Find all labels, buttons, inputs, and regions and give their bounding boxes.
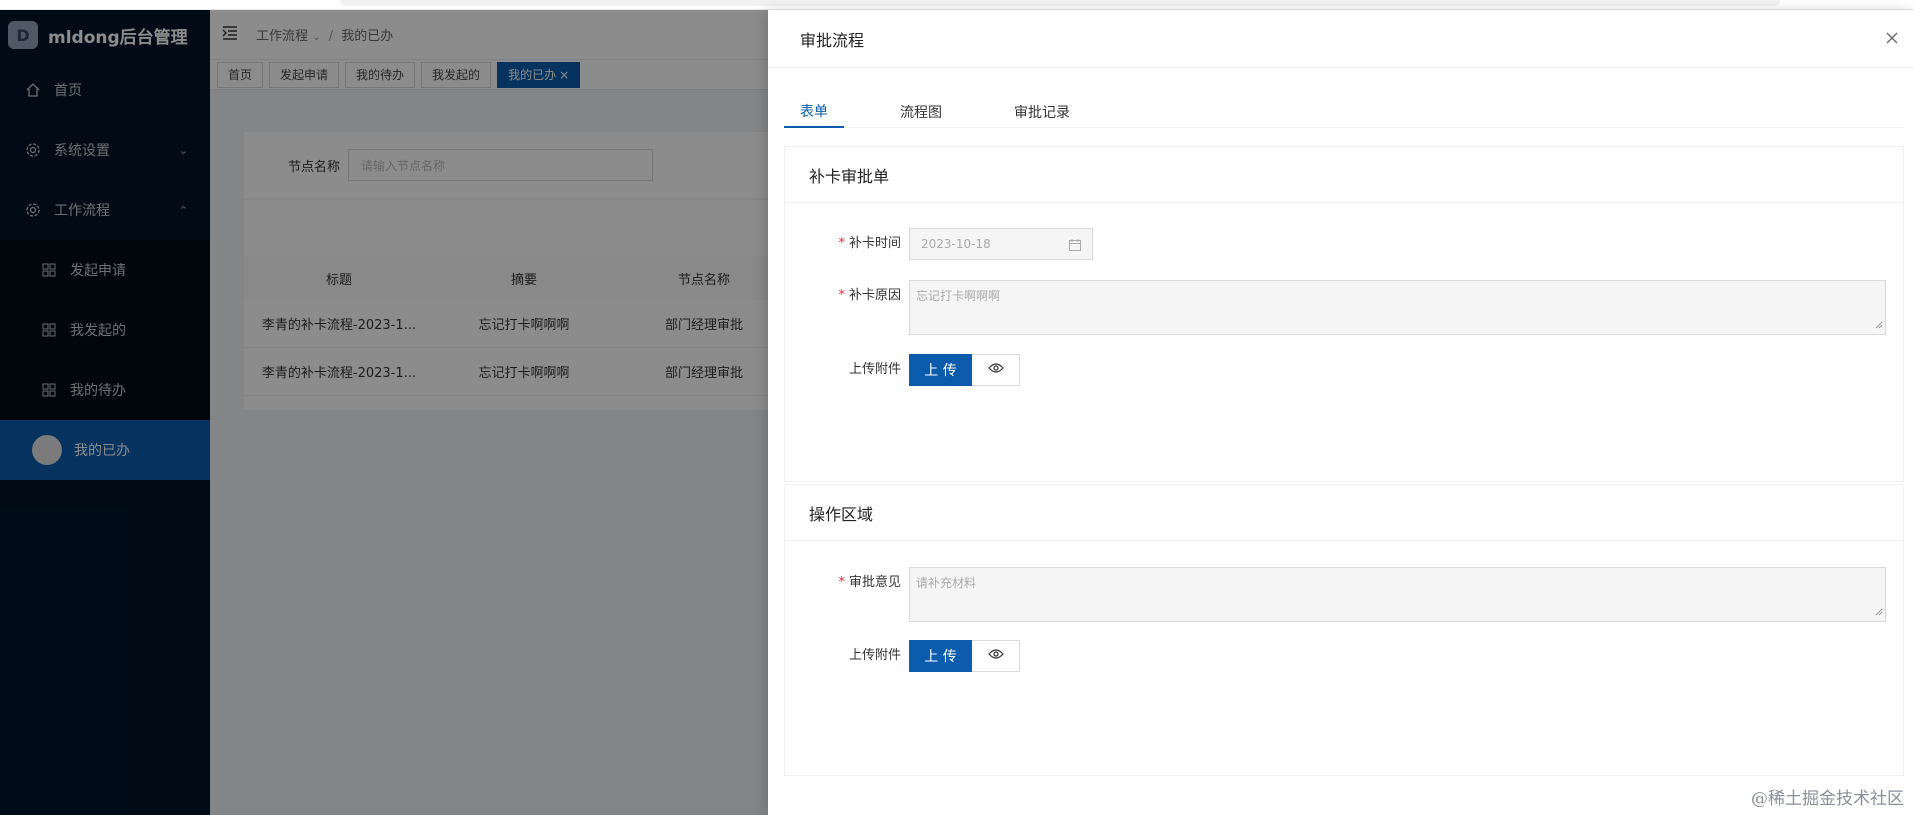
opinion-textarea[interactable]: 请补充材料 (909, 567, 1886, 622)
required-mark: * (838, 288, 845, 303)
tab-approval-records[interactable]: 审批记录 (998, 96, 1086, 128)
tab-form[interactable]: 表单 (784, 96, 844, 128)
resize-handle-icon[interactable] (1874, 605, 1883, 619)
upload-button[interactable]: 上 传 (909, 640, 972, 672)
watermark: @稀土掘金技术社区 (1751, 789, 1904, 809)
form-row-opinion: * 审批意见 请补充材料 (785, 567, 1886, 622)
drawer-tabs: 表单 流程图 审批记录 (784, 96, 1904, 128)
close-icon[interactable] (1884, 30, 1900, 46)
tab-flowchart[interactable]: 流程图 (884, 96, 958, 128)
card-title: 补卡审批单 (785, 147, 1903, 203)
date-value: 2023-10-18 (921, 237, 991, 251)
field-label: 上传附件 (848, 362, 901, 377)
calendar-icon (1068, 238, 1082, 255)
form-row-attach: 上传附件 上 传 (785, 354, 1020, 386)
resize-handle-icon[interactable] (1874, 318, 1883, 332)
operation-card: 操作区域 * 审批意见 请补充材料 上传附件 上 传 (784, 484, 1904, 776)
eye-icon (987, 362, 1004, 378)
browser-strip (0, 0, 1914, 10)
upload-button[interactable]: 上 传 (909, 354, 972, 386)
reason-value: 忘记打卡啊啊啊 (916, 289, 1001, 303)
eye-icon (987, 648, 1004, 664)
drawer-title: 审批流程 (800, 30, 865, 50)
card-title: 操作区域 (785, 485, 1903, 541)
field-label: * 补卡原因 (838, 288, 901, 303)
field-label: * 审批意见 (838, 575, 901, 590)
form-row-time: * 补卡时间 2023-10-18 (785, 228, 1093, 260)
form-row-reason: * 补卡原因 忘记打卡啊啊啊 (785, 280, 1886, 335)
field-label: * 补卡时间 (838, 236, 901, 251)
form-card: 补卡审批单 * 补卡时间 2023-10-18 * 补卡原因 忘记打卡啊啊啊 上传附… (784, 146, 1904, 482)
approval-drawer: 审批流程 表单 流程图 审批记录 补卡审批单 * 补卡时间 2023-10-18 … (768, 10, 1914, 815)
field-label: 上传附件 (848, 648, 901, 663)
preview-button[interactable] (972, 354, 1020, 386)
preview-button[interactable] (972, 640, 1020, 672)
address-bar[interactable] (340, 0, 1780, 6)
required-mark: * (838, 236, 845, 251)
required-mark: * (838, 575, 845, 590)
form-row-attach: 上传附件 上 传 (785, 640, 1020, 672)
reason-textarea[interactable]: 忘记打卡啊啊啊 (909, 280, 1886, 335)
drawer-mask[interactable] (0, 10, 768, 815)
drawer-header: 审批流程 (768, 10, 1914, 68)
date-picker[interactable]: 2023-10-18 (909, 228, 1093, 260)
opinion-placeholder: 请补充材料 (916, 576, 977, 590)
